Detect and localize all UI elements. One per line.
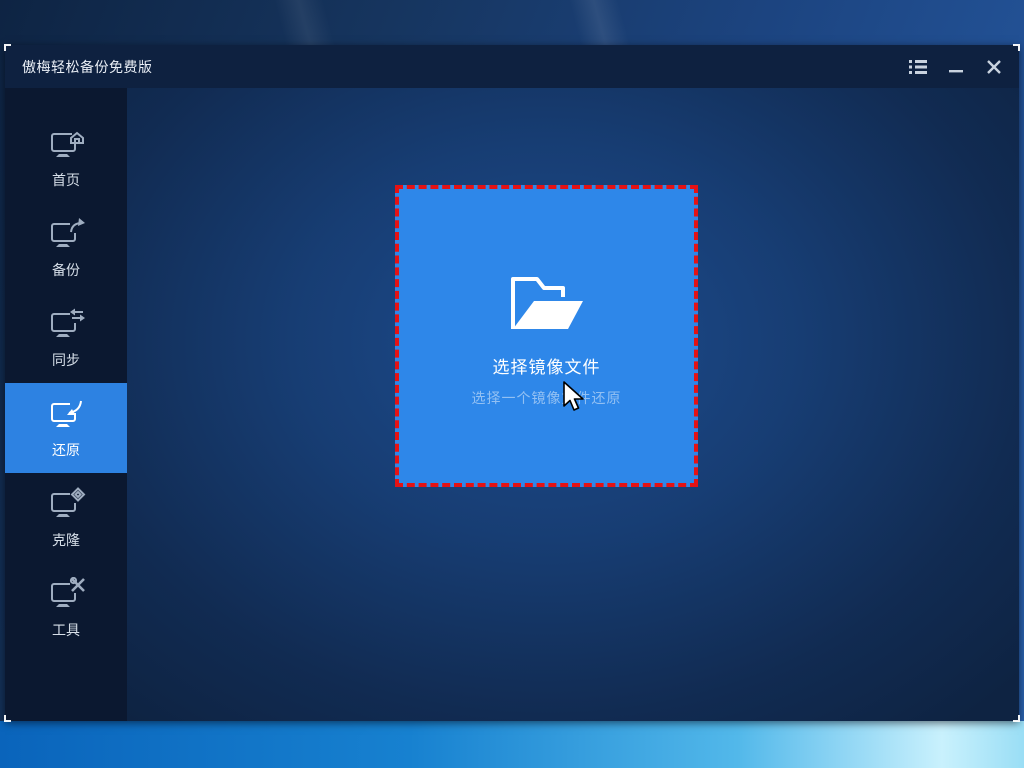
menu-icon: [909, 60, 927, 74]
dropzone-title: 选择镜像文件: [493, 353, 601, 378]
monitor-clone-icon: [46, 487, 86, 523]
sidebar-item-label: 首页: [52, 170, 80, 190]
window-corner-mark: [4, 44, 11, 51]
close-button[interactable]: [979, 53, 1009, 81]
sidebar-item-backup[interactable]: 备份: [5, 203, 127, 293]
sidebar-item-label: 同步: [52, 350, 80, 370]
sidebar-item-home[interactable]: 首页: [5, 113, 127, 203]
app-window: 傲梅轻松备份免费版: [5, 45, 1019, 721]
sidebar-item-label: 克隆: [52, 530, 80, 550]
dropzone-subtitle: 选择一个镜像文件还原: [472, 388, 622, 408]
monitor-backup-icon: [46, 217, 86, 253]
menu-button[interactable]: [903, 53, 933, 81]
sidebar-item-clone[interactable]: 克隆: [5, 473, 127, 563]
window-corner-mark: [1013, 44, 1020, 51]
window-body: 首页 备份: [5, 88, 1019, 721]
sidebar-item-sync[interactable]: 同步: [5, 293, 127, 383]
desktop: 傲梅轻松备份免费版: [0, 0, 1024, 768]
monitor-sync-icon: [46, 307, 86, 343]
main-content: 选择镜像文件 选择一个镜像文件还原: [127, 88, 1019, 721]
select-image-dropzone[interactable]: 选择镜像文件 选择一个镜像文件还原: [395, 185, 698, 487]
sidebar: 首页 备份: [5, 88, 127, 721]
titlebar-controls: [895, 53, 1009, 81]
minimize-icon: [949, 60, 963, 74]
desktop-wallpaper-glow: [0, 721, 1024, 768]
window-title: 傲梅轻松备份免费版: [22, 57, 153, 77]
titlebar[interactable]: 傲梅轻松备份免费版: [5, 45, 1019, 88]
sidebar-item-label: 备份: [52, 260, 80, 280]
sidebar-item-restore[interactable]: 还原: [5, 383, 127, 473]
window-corner-mark: [1013, 715, 1020, 722]
sidebar-item-tools[interactable]: 工具: [5, 563, 127, 653]
open-folder-icon: [507, 275, 587, 331]
window-corner-mark: [4, 715, 11, 722]
sidebar-item-label: 还原: [52, 440, 80, 460]
monitor-home-icon: [46, 127, 86, 163]
close-icon: [987, 60, 1001, 74]
monitor-tools-icon: [46, 577, 86, 613]
monitor-restore-icon: [46, 397, 86, 433]
minimize-button[interactable]: [941, 53, 971, 81]
sidebar-item-label: 工具: [52, 620, 80, 640]
